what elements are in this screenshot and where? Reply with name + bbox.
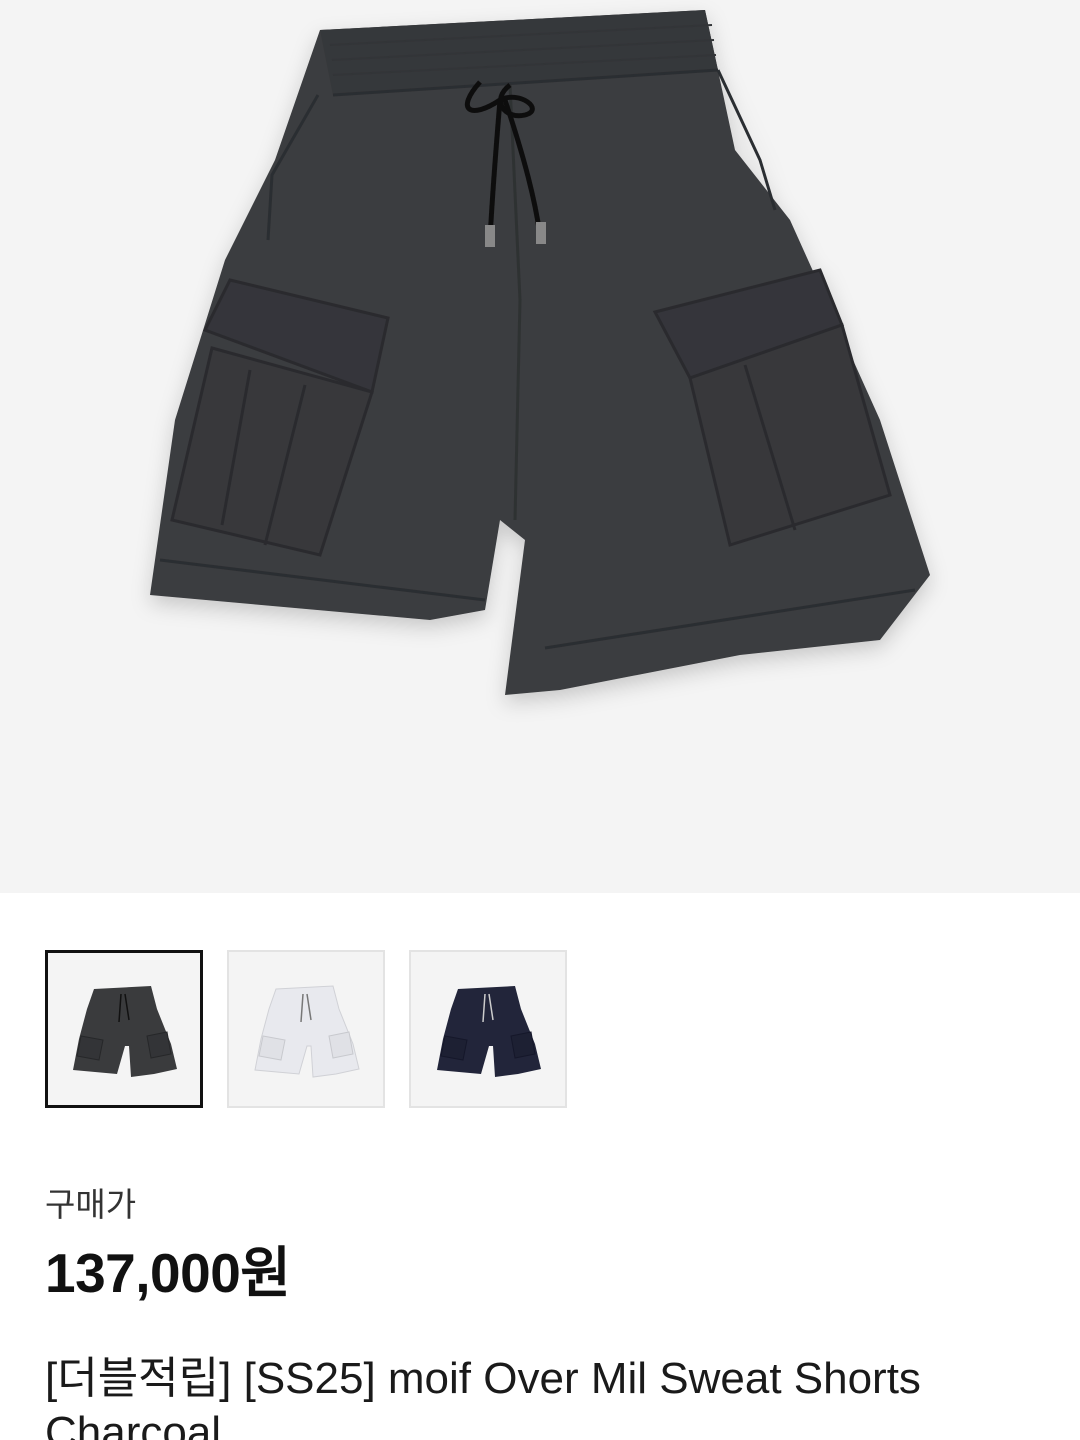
product-title: [더블적립] [SS25] moif Over Mil Sweat Shorts…: [45, 1354, 921, 1440]
product-main-image[interactable]: [0, 0, 1080, 893]
thumbnail-navy[interactable]: [409, 950, 567, 1108]
navy-shorts-thumbnail: [437, 986, 541, 1077]
thumbnail-list: [45, 950, 567, 1108]
price-label: 구매가: [45, 1186, 137, 1223]
thumbnail-white[interactable]: [227, 950, 385, 1108]
product-price: 137,000원: [45, 1242, 291, 1304]
charcoal-cargo-shorts-image: [150, 10, 930, 695]
charcoal-shorts-thumbnail: [73, 986, 177, 1077]
thumbnail-charcoal[interactable]: [45, 950, 203, 1108]
white-shorts-thumbnail: [254, 985, 360, 1078]
product-detail-page: 구매가 137,000원 [더블적립] [SS25] moif Over Mil…: [0, 0, 1080, 1440]
